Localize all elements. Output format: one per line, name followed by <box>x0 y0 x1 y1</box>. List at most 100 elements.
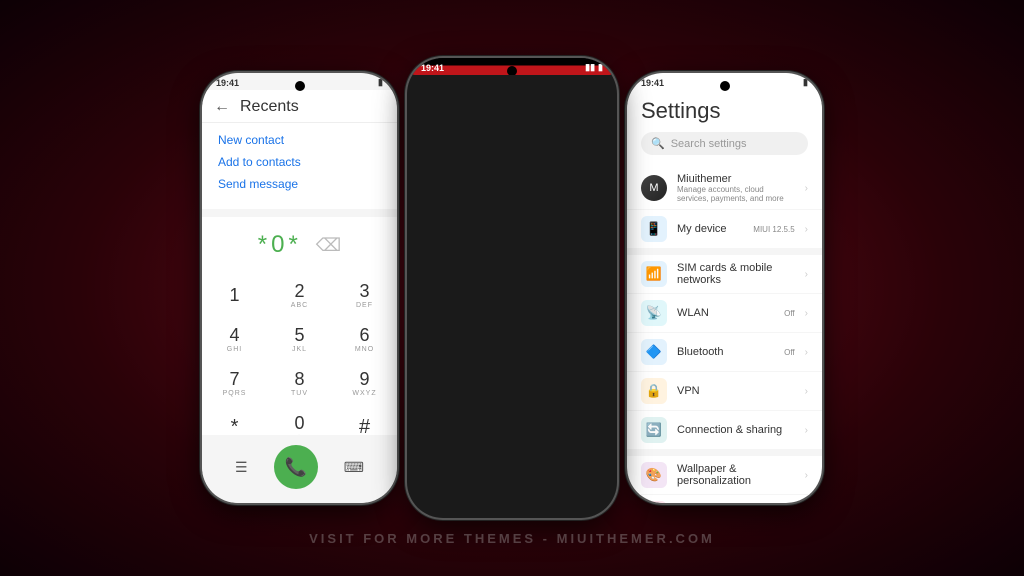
aod-icon: 🔐 <box>641 501 667 503</box>
vpn-icon: 🔒 <box>641 378 667 404</box>
key-8[interactable]: 8TUV <box>267 361 332 405</box>
settings-item-vpn-content: VPN <box>677 385 795 397</box>
signal-icon-center: ▮▮ <box>585 62 595 73</box>
settings-item-sim-content: SIM cards & mobile networks <box>677 262 795 286</box>
new-contact-link[interactable]: New contact <box>218 133 381 147</box>
add-contacts-link[interactable]: Add to contacts <box>218 155 381 169</box>
status-time-right: 19:41 <box>641 78 664 88</box>
center-phone: 19:41 ▮▮ ▮ <box>407 58 617 518</box>
bluetooth-icon: 🔷 <box>641 339 667 365</box>
battery-icon-left: ▮ <box>378 77 383 88</box>
search-icon: 🔍 <box>651 137 665 150</box>
left-screen: 19:41 ▮ ← Recents New contact Add to con… <box>202 73 397 503</box>
key-alpha-4: GHI <box>227 346 242 353</box>
key-alpha-2: ABC <box>291 302 308 309</box>
settings-item-bluetooth[interactable]: 🔷 Bluetooth Off › <box>627 333 822 372</box>
key-alpha-5: JKL <box>292 346 307 353</box>
settings-sim-title: SIM cards & mobile networks <box>677 262 795 286</box>
call-button[interactable]: 📞 <box>274 445 318 489</box>
key-3[interactable]: 3DEF <box>332 273 397 317</box>
status-icons-center: ▮▮ ▮ <box>585 62 603 73</box>
settings-vpn-title: VPN <box>677 385 795 397</box>
settings-item-aod-content: Always-on display & Lock screen <box>677 502 795 503</box>
settings-item-wp-content: Wallpaper & personalization <box>677 463 795 487</box>
dialer-header: ← Recents <box>202 90 397 123</box>
watermark: VISIT FOR MORE THEMES - MIUITHEMER.COM <box>309 531 715 546</box>
key-alpha-7: PQRS <box>223 390 247 397</box>
settings-conn-title: Connection & sharing <box>677 424 795 436</box>
settings-aod-title: Always-on display & Lock screen <box>677 502 795 503</box>
key-9[interactable]: 9WXYZ <box>332 361 397 405</box>
menu-icon[interactable]: ☰ <box>235 459 248 476</box>
punch-hole-right <box>720 81 730 91</box>
settings-profile-title: Miuithemer <box>677 173 795 185</box>
settings-item-aod[interactable]: 🔐 Always-on display & Lock screen › <box>627 495 822 503</box>
arrow-icon-conn: › <box>805 425 808 436</box>
settings-item-profile[interactable]: M Miuithemer Manage accounts, cloud serv… <box>627 167 822 210</box>
key-alpha-8: TUV <box>291 390 308 397</box>
arrow-icon-wlan: › <box>805 308 808 319</box>
settings-wlan-title: WLAN <box>677 307 774 319</box>
settings-title: Settings <box>641 98 808 124</box>
settings-item-bt-content: Bluetooth <box>677 346 774 358</box>
key-2[interactable]: 2ABC <box>267 273 332 317</box>
settings-item-wallpaper[interactable]: 🎨 Wallpaper & personalization › <box>627 456 822 495</box>
key-num-3: 3 <box>359 281 369 302</box>
backspace-button[interactable]: ⌫ <box>316 235 341 256</box>
key-num-2: 2 <box>294 281 304 302</box>
arrow-icon-profile: › <box>805 183 808 194</box>
right-phone: 19:41 ▮ Settings 🔍 Search settings M <box>627 73 822 503</box>
settings-item-profile-content: Miuithemer Manage accounts, cloud servic… <box>677 173 795 203</box>
key-num-5: 5 <box>294 325 304 346</box>
dialer-title: Recents <box>240 98 299 116</box>
key-alpha-3: DEF <box>356 302 373 309</box>
settings-item-vpn[interactable]: 🔒 VPN › <box>627 372 822 411</box>
key-alpha-6: MNO <box>355 346 374 353</box>
settings-item-connection[interactable]: 🔄 Connection & sharing › <box>627 411 822 450</box>
key-1[interactable]: 1 <box>202 273 267 317</box>
arrow-icon-vpn: › <box>805 386 808 397</box>
settings-item-wlan-content: WLAN <box>677 307 774 319</box>
settings-item-device[interactable]: 📱 My device MIUI 12.5.5 › <box>627 210 822 249</box>
right-screen: 19:41 ▮ Settings 🔍 Search settings M <box>627 73 822 503</box>
connection-icon: 🔄 <box>641 417 667 443</box>
sim-icon: 📶 <box>641 261 667 287</box>
key-7[interactable]: 7PQRS <box>202 361 267 405</box>
wallpaper-icon: 🎨 <box>641 462 667 488</box>
arrow-icon-sim: › <box>805 269 808 280</box>
avatar: M <box>641 175 667 201</box>
settings-item-conn-content: Connection & sharing <box>677 424 795 436</box>
settings-wp-title: Wallpaper & personalization <box>677 463 795 487</box>
key-6[interactable]: 6MNO <box>332 317 397 361</box>
device-badge: MIUI 12.5.5 <box>753 225 794 234</box>
search-placeholder: Search settings <box>671 138 747 150</box>
center-screen: 19:41 ▮▮ ▮ <box>407 58 617 75</box>
dialpad-icon[interactable]: ⌨ <box>344 459 364 476</box>
key-alpha-9: WXYZ <box>352 390 376 397</box>
arrow-icon-bt: › <box>805 347 808 358</box>
key-num-0: 0 <box>294 413 304 434</box>
settings-item-sim[interactable]: 📶 SIM cards & mobile networks › <box>627 255 822 294</box>
key-5[interactable]: 5JKL <box>267 317 332 361</box>
send-message-link[interactable]: Send message <box>218 177 381 191</box>
left-phone: 19:41 ▮ ← Recents New contact Add to con… <box>202 73 397 503</box>
status-icons-right: ▮ <box>803 77 808 88</box>
status-time-center: 19:41 <box>421 63 444 73</box>
settings-item-device-content: My device <box>677 223 743 235</box>
device-icon: 📱 <box>641 216 667 242</box>
punch-hole-left <box>295 81 305 91</box>
key-num-1: 1 <box>229 285 239 306</box>
key-num-7: 7 <box>229 369 239 390</box>
back-button[interactable]: ← <box>214 98 230 116</box>
key-num-4: 4 <box>229 325 239 346</box>
dialer-bottom: ☰ 📞 ⌨ <box>202 435 397 503</box>
status-icons-left: ▮ <box>378 77 383 88</box>
arrow-icon-wp: › <box>805 470 808 481</box>
punch-hole-center <box>507 66 517 75</box>
dialed-number: *0* <box>258 231 302 259</box>
key-4[interactable]: 4GHI <box>202 317 267 361</box>
settings-list: M Miuithemer Manage accounts, cloud serv… <box>627 167 822 503</box>
battery-icon-right: ▮ <box>803 77 808 88</box>
settings-item-wlan[interactable]: 📡 WLAN Off › <box>627 294 822 333</box>
search-box[interactable]: 🔍 Search settings <box>641 132 808 155</box>
